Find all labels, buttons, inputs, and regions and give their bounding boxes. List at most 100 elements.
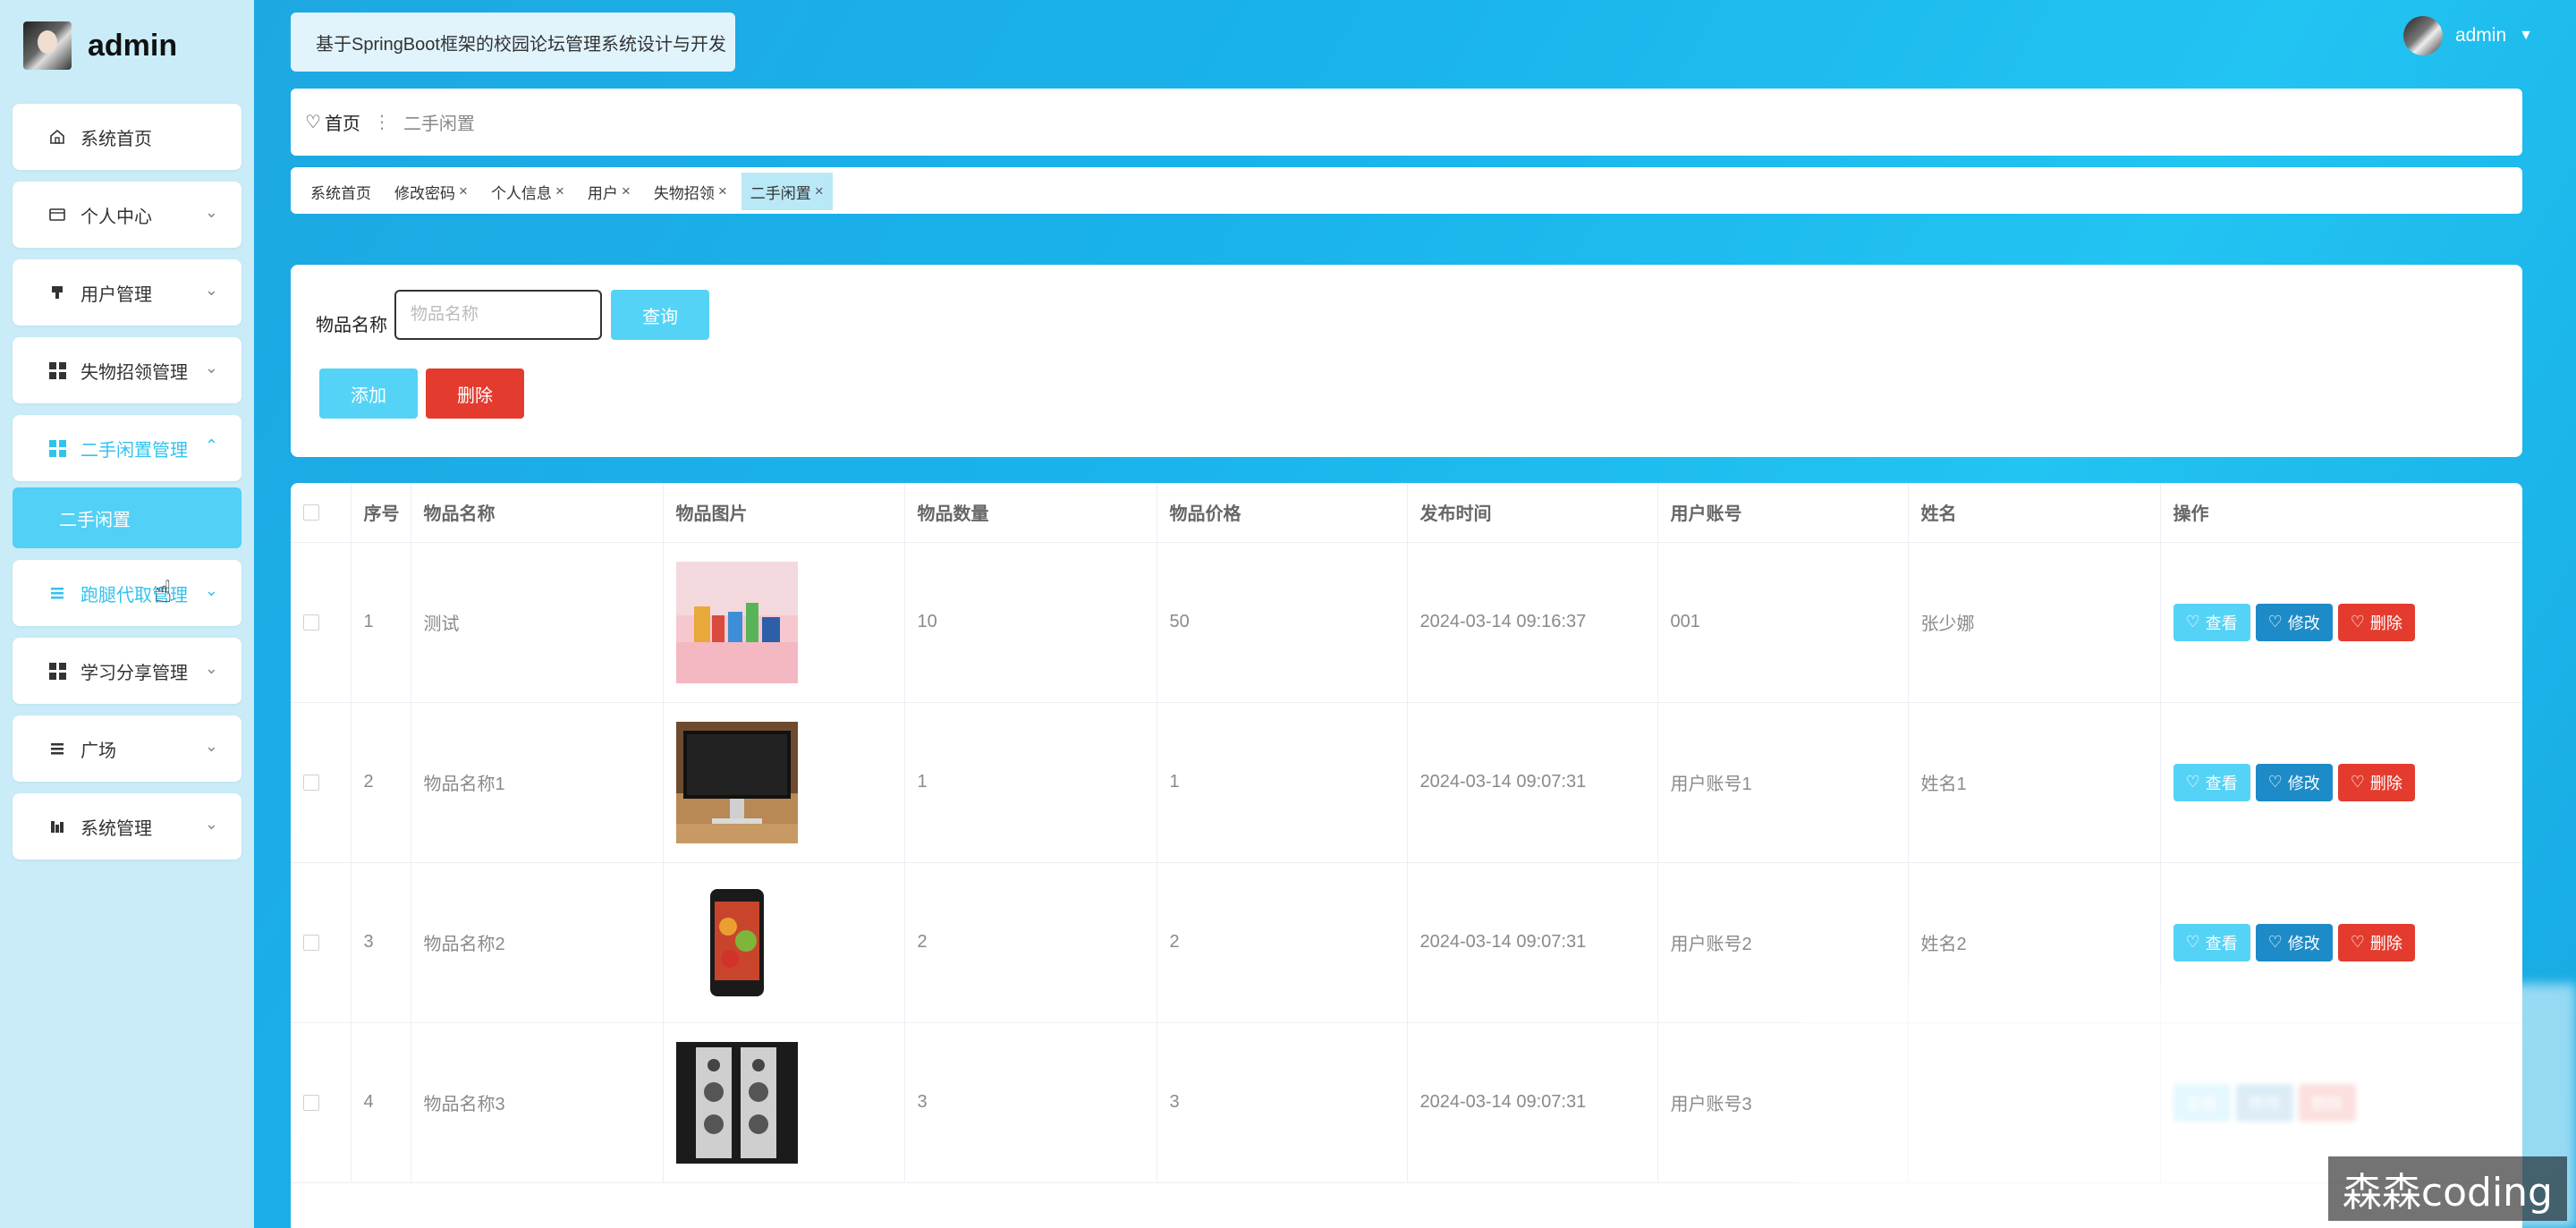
close-icon[interactable]: × bbox=[718, 182, 727, 200]
chevron-down-icon: ⌄ bbox=[204, 737, 218, 755]
row-checkbox[interactable] bbox=[303, 614, 319, 631]
heart-icon: ♡ bbox=[2267, 773, 2283, 791]
query-button[interactable]: 查询 bbox=[611, 290, 709, 340]
row-delete-button[interactable]: ♡ 删除 bbox=[2337, 603, 2415, 641]
tag-change-password[interactable]: 修改密码 × bbox=[386, 173, 477, 210]
cell-image bbox=[663, 542, 905, 703]
column-header: 物品数量 bbox=[904, 483, 1157, 543]
sidebar-item-label: 用户管理 bbox=[80, 284, 152, 305]
delete-button[interactable]: 删除 bbox=[426, 368, 524, 419]
heart-icon: ♡ bbox=[2350, 613, 2365, 631]
tag-label: 二手闲置 bbox=[750, 184, 811, 202]
row-checkbox[interactable] bbox=[303, 934, 319, 951]
cell-account: 用户账号1 bbox=[1657, 702, 1909, 863]
sidebar-item-home[interactable]: 系统首页 bbox=[13, 104, 242, 170]
heart-icon: ♡ bbox=[2185, 773, 2200, 791]
tags-bar: 系统首页 修改密码 × 个人信息 × 用户 × 失物招领 × 二手闲置 × bbox=[291, 167, 2522, 214]
sidebar-item-label: 学习分享管理 bbox=[80, 663, 188, 683]
cell-price: 1 bbox=[1157, 702, 1408, 863]
table-row: 2 物品名称1 1 1 2024-03-14 09:07:31 用户账号1 姓名… bbox=[291, 702, 2522, 863]
chevron-down-icon: ⌄ bbox=[204, 281, 218, 299]
grid-icon bbox=[48, 361, 66, 379]
row-delete-button[interactable]: ♡ 删除 bbox=[2337, 763, 2415, 801]
chevron-down-icon: ⌄ bbox=[204, 359, 218, 377]
sidebar-subitem-secondhand[interactable]: 二手闲置 bbox=[13, 487, 242, 548]
brand: admin bbox=[23, 20, 177, 72]
row-select-cell bbox=[291, 1022, 352, 1183]
sidebar-item-lost-found[interactable]: 失物招领管理 ⌄ bbox=[13, 337, 242, 403]
close-icon[interactable]: × bbox=[815, 182, 824, 200]
tag-lost-found[interactable]: 失物招领 × bbox=[645, 173, 736, 210]
cell-image bbox=[663, 862, 905, 1023]
cell-price: 2 bbox=[1157, 862, 1408, 1023]
view-button[interactable]: ♡ 查看 bbox=[2173, 763, 2250, 801]
breadcrumb-separator: ⋮ bbox=[372, 113, 391, 132]
sidebar-item-personal-center[interactable]: 个人中心 ⌄ bbox=[13, 182, 242, 248]
sidebar-item-errand[interactable]: 跑腿代取管理 ⌄ bbox=[13, 560, 242, 626]
user-menu[interactable]: admin ▼ bbox=[2402, 16, 2533, 55]
wallet-icon bbox=[48, 206, 66, 224]
sidebar: admin 系统首页 个人中心 ⌄ 用户管理 ⌄ 失物招领管理 ⌄ 二手闲置管理… bbox=[0, 0, 254, 1228]
chevron-up-icon: ⌃ bbox=[204, 436, 218, 454]
sidebar-item-secondhand[interactable]: 二手闲置管理 ⌃ bbox=[13, 415, 242, 481]
tag-user[interactable]: 用户 × bbox=[579, 173, 640, 210]
edit-button[interactable]: ♡ 修改 bbox=[2255, 763, 2333, 801]
tag-personal-info[interactable]: 个人信息 × bbox=[482, 173, 573, 210]
heart-icon: ♡ bbox=[2350, 933, 2365, 951]
brand-name: admin bbox=[88, 28, 178, 63]
edit-button[interactable]: ♡ 修改 bbox=[2255, 603, 2333, 641]
cell-account: 001 bbox=[1657, 542, 1909, 703]
tag-label: 用户 bbox=[587, 184, 618, 202]
cell-index: 2 bbox=[351, 702, 411, 863]
tag-home[interactable]: 系统首页 bbox=[301, 173, 380, 210]
sidebar-item-label: 系统首页 bbox=[80, 129, 152, 149]
sidebar-item-study-share[interactable]: 学习分享管理 ⌄ bbox=[13, 638, 242, 704]
edit-label: 修改 bbox=[2287, 614, 2320, 632]
cell-index: 4 bbox=[351, 1022, 411, 1183]
add-button[interactable]: 添加 bbox=[319, 368, 418, 419]
grid-icon bbox=[48, 439, 66, 457]
edit-label: 修改 bbox=[2287, 934, 2320, 953]
chevron-down-icon: ⌄ bbox=[204, 815, 218, 833]
heart-icon: ♡ bbox=[2267, 933, 2283, 951]
breadcrumb-home[interactable]: 首页 bbox=[325, 109, 360, 135]
sidebar-item-label: 二手闲置管理 bbox=[80, 440, 188, 461]
row-delete-button[interactable]: ♡ 删除 bbox=[2337, 923, 2415, 961]
select-all-checkbox[interactable] bbox=[303, 504, 319, 521]
view-button[interactable]: ♡ 查看 bbox=[2173, 603, 2250, 641]
sidebar-subitem-label: 二手闲置 bbox=[59, 510, 131, 530]
delete-label: 删除 bbox=[2369, 614, 2402, 632]
sidebar-item-label: 个人中心 bbox=[80, 207, 152, 227]
column-header: 序号 bbox=[351, 483, 411, 543]
heart-icon: ♡ bbox=[305, 113, 321, 132]
sidebar-item-system[interactable]: 系统管理 ⌄ bbox=[13, 793, 242, 860]
sidebar-item-square[interactable]: 广场 ⌄ bbox=[13, 716, 242, 782]
row-select-cell bbox=[291, 542, 352, 703]
phone-photo[interactable] bbox=[675, 881, 798, 1004]
close-icon[interactable]: × bbox=[555, 182, 564, 200]
chevron-down-icon: ⌄ bbox=[204, 659, 218, 677]
sidebar-item-label: 广场 bbox=[80, 741, 116, 761]
cell-quantity: 2 bbox=[904, 862, 1157, 1023]
row-checkbox[interactable] bbox=[303, 1094, 319, 1111]
search-input[interactable] bbox=[394, 290, 602, 340]
tag-label: 修改密码 bbox=[394, 184, 455, 202]
sidebar-item-user-mgmt[interactable]: 用户管理 ⌄ bbox=[13, 259, 242, 326]
toys-photo[interactable] bbox=[675, 561, 798, 683]
edit-button[interactable]: ♡ 修改 bbox=[2255, 923, 2333, 961]
close-icon[interactable]: × bbox=[459, 182, 468, 200]
cell-real-name: 姓名1 bbox=[1908, 702, 2161, 863]
system-title-text: 基于SpringBoot框架的校园论坛管理系统设计与开发 bbox=[316, 34, 726, 55]
monitor-photo[interactable] bbox=[675, 721, 798, 843]
close-icon[interactable]: × bbox=[622, 182, 631, 200]
cell-actions: ♡ 查看 ♡ 修改 ♡ 删除 bbox=[2160, 542, 2522, 703]
row-checkbox[interactable] bbox=[303, 774, 319, 791]
cell-quantity: 1 bbox=[904, 702, 1157, 863]
heart-icon: ♡ bbox=[2350, 773, 2365, 791]
user-mgmt-icon bbox=[48, 284, 66, 301]
view-label: 查看 bbox=[2205, 614, 2238, 632]
sidebar-item-label: 失物招领管理 bbox=[80, 362, 188, 383]
speakers-photo[interactable] bbox=[675, 1041, 798, 1164]
view-button[interactable]: ♡ 查看 bbox=[2173, 923, 2250, 961]
tag-secondhand[interactable]: 二手闲置 × bbox=[741, 173, 833, 210]
